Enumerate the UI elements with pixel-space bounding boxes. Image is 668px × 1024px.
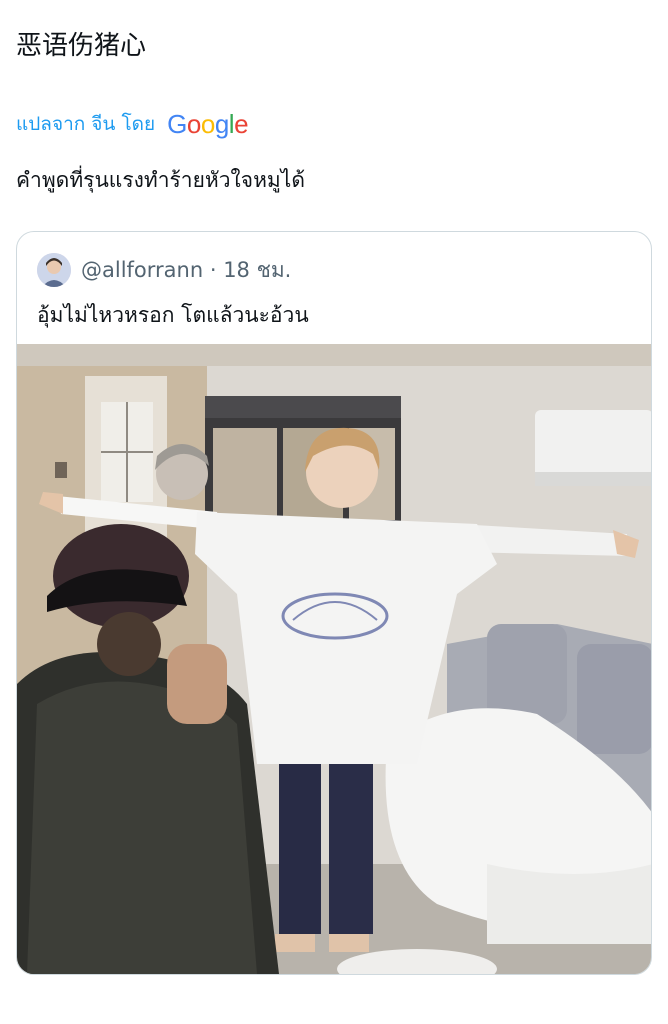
quoted-tweet-handle-time[interactable]: @allforrann · 18 ชม. [81,254,291,287]
translation-label[interactable]: แปลจาก จีน โดย [16,109,155,139]
google-logo-letter-o1: o [186,109,201,139]
quoted-tweet-card[interactable]: @allforrann · 18 ชม. อุ้มไม่ไหวหรอก โตแล… [16,231,652,975]
quoted-tweet-header: @allforrann · 18 ชม. [37,252,291,288]
google-logo-letter-g2: g [214,109,229,139]
bottom-edge [0,1006,668,1024]
tweet-text: 恶语伤猪心 [16,31,147,61]
user-avatar-icon[interactable] [37,253,71,287]
google-logo-letter-g: G [167,109,187,139]
room-photo-icon[interactable] [17,344,651,974]
translation-attribution[interactable]: แปลจาก จีน โดย Google [16,106,249,142]
google-logo-letter-o2: o [200,109,215,139]
translated-text: คำพูดที่รุนแรงทำร้ายหัวใจหมูได้ [16,168,305,192]
quoted-tweet-text: อุ้มไม่ไหวหรอก โตแล้วนะอ้วน [37,303,309,327]
google-logo-icon: Google [167,111,248,137]
google-logo-letter-e: e [234,109,249,139]
